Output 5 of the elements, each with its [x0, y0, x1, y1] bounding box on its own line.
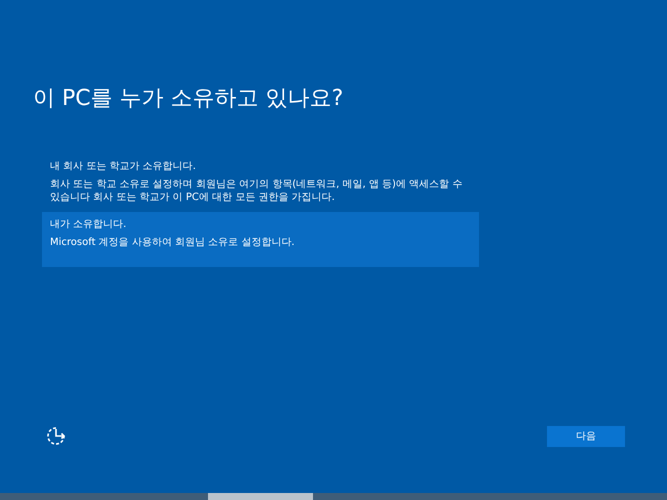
ownership-option[interactable]: 내 회사 또는 학교가 소유합니다. 회사 또는 학교 소유로 설정하며 회원님은 여기의 항목(네트워크, 메일, 앱 등)에 액세스할 수 있습니다 회사 또는 학교가 이 PC에 대한 모든 권한을 가집니다. [42, 154, 479, 209]
page-title: 이 PC를 누가 소유하고 있나요? [33, 85, 344, 113]
ownership-option[interactable]: 내가 소유합니다. Microsoft 계정을 사용하여 회원님 소유로 설정합니다. [42, 212, 479, 267]
next-button[interactable]: 다음 [547, 426, 625, 446]
accessibility-icon[interactable] [45, 425, 67, 447]
